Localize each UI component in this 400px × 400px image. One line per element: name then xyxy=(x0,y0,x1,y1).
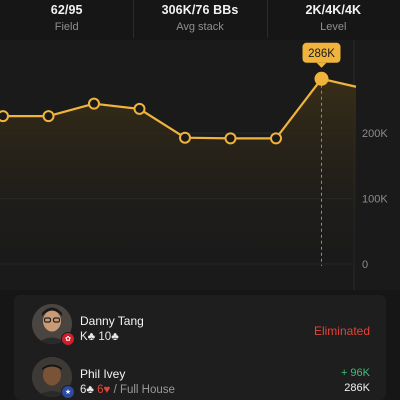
y-tick-label: 100K xyxy=(362,194,388,206)
stat-label: Level xyxy=(320,21,347,33)
player-name: Danny Tang xyxy=(80,314,144,328)
chip-stack-chart: 200K 100K 0 286K xyxy=(0,40,400,290)
y-tick-label: 200K xyxy=(362,128,388,140)
hand-description: / Full House xyxy=(110,384,175,396)
data-point[interactable] xyxy=(224,132,237,145)
data-point[interactable] xyxy=(179,131,191,144)
data-point[interactable] xyxy=(0,110,9,123)
status-eliminated: Eliminated xyxy=(313,324,370,338)
data-point[interactable] xyxy=(270,132,282,145)
stat-label: Field xyxy=(54,21,79,33)
card-rank: 10 xyxy=(95,331,112,343)
player-list: ✿ Danny Tang K♣ 10♣ Eliminated ★ Phil Iv… xyxy=(14,295,386,400)
highlighted-data-point[interactable] xyxy=(314,71,329,86)
hong-kong-flag-icon: ✿ xyxy=(61,332,75,346)
player-row-danny-tang[interactable]: ✿ Danny Tang K♣ 10♣ Eliminated xyxy=(14,300,386,348)
data-point[interactable] xyxy=(133,102,146,115)
stat-value: 306K/76 BBs xyxy=(161,3,239,17)
us-flag-icon: ★ xyxy=(61,385,75,399)
stat-value: 2K/4K/4K xyxy=(305,3,362,17)
stat-value: 62/95 xyxy=(50,3,83,17)
stats-bar: 62/95 Field 306K/76 BBs Avg stack 2K/4K/… xyxy=(0,0,400,40)
stat-level: 2K/4K/4K Level xyxy=(266,0,400,40)
chart-svg: 200K 100K 0 286K xyxy=(0,40,388,290)
club-suit-icon: ♣ xyxy=(111,331,119,343)
player-hand: K♣ 10♣ xyxy=(80,331,119,343)
callout-arrow xyxy=(316,62,327,68)
club-suit-icon: ♣ xyxy=(86,384,94,396)
chip-stack: 286K xyxy=(344,382,370,394)
stat-label: Avg stack xyxy=(176,21,224,33)
data-point[interactable] xyxy=(88,97,100,110)
player-name: Phil Ivey xyxy=(80,367,126,381)
y-tick-label: 0 xyxy=(362,259,368,271)
player-hand: 6♣ 6♥ / Full House xyxy=(80,384,175,396)
highlight-callout: 286K xyxy=(302,42,341,68)
stat-avg-stack: 306K/76 BBs Avg stack xyxy=(133,0,266,40)
card-rank: K xyxy=(80,331,88,343)
chip-gain: + 96K xyxy=(340,367,370,379)
card-rank: 6 xyxy=(93,384,104,396)
data-point[interactable] xyxy=(42,110,55,123)
player-row-phil-ivey[interactable]: ★ Phil Ivey 6♣ 6♥ / Full House xyxy=(14,353,386,400)
chart-area xyxy=(0,78,356,266)
stat-field: 62/95 Field xyxy=(0,0,133,40)
callout-label: 286K xyxy=(308,48,335,60)
